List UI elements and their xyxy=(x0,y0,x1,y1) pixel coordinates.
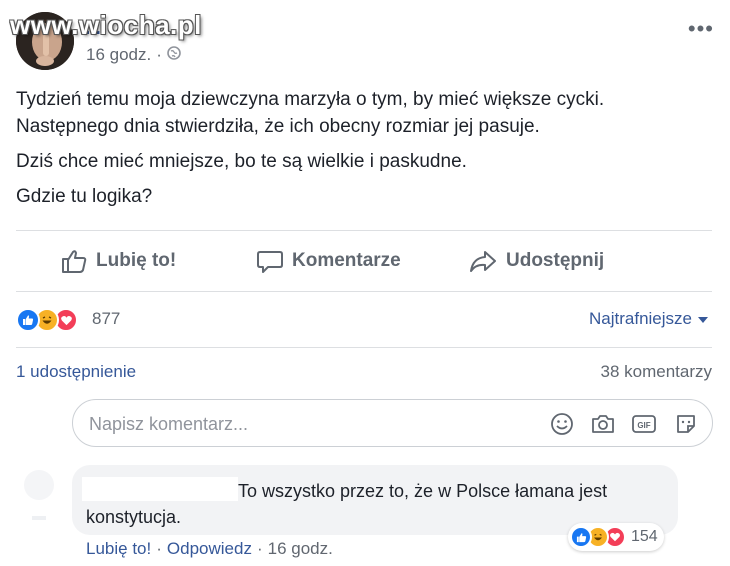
share-arrow-icon xyxy=(468,247,498,275)
reaction-icons[interactable] xyxy=(16,308,78,332)
shares-count-link[interactable]: 1 udostępnienie xyxy=(16,362,136,382)
comment-bubble-icon xyxy=(256,247,284,275)
emoji-icon[interactable] xyxy=(549,411,575,437)
comment-button[interactable]: Komentarze xyxy=(256,232,401,290)
reaction-count[interactable]: 877 xyxy=(92,309,120,329)
comment-timestamp[interactable]: 16 godz. xyxy=(268,539,333,559)
post-header: ... www.wiocha.pl 16 godz. · ••• xyxy=(10,10,716,74)
comment-button-label: Komentarze xyxy=(292,250,401,271)
comment-reactions[interactable]: 154 xyxy=(568,523,664,551)
sort-label: Najtrafniejsze xyxy=(589,309,692,328)
post-body: Tydzień temu moja dziewczyna marzyła o t… xyxy=(16,86,706,218)
comments-count-link[interactable]: 38 komentarzy xyxy=(601,362,713,382)
thumbs-up-icon xyxy=(60,247,88,275)
divider xyxy=(16,347,712,348)
camera-icon[interactable] xyxy=(590,411,616,437)
divider xyxy=(16,291,712,292)
action-bar: Lubię to! Komentarze Udostępnij xyxy=(16,232,712,290)
redacted-commenter-name xyxy=(82,477,238,501)
more-options-icon[interactable]: ••• xyxy=(688,16,714,42)
reactions-row: 877 Najtrafniejsze xyxy=(16,300,712,340)
comment-like-link[interactable]: Lubię to! xyxy=(86,539,151,559)
post-timestamp[interactable]: 16 godz. xyxy=(86,45,151,65)
comment-input[interactable] xyxy=(89,411,509,437)
post-paragraph: Tydzień temu moja dziewczyna marzyła o t… xyxy=(16,89,605,137)
counts-row: 1 udostępnienie 38 komentarzy xyxy=(16,360,712,388)
commenter-avatar[interactable] xyxy=(24,470,54,500)
caret-down-icon xyxy=(698,309,708,329)
divider xyxy=(16,230,712,231)
globe-icon[interactable] xyxy=(167,45,181,65)
post-paragraph: Gdzie tu logika? xyxy=(16,186,153,207)
sort-dropdown[interactable]: Najtrafniejsze xyxy=(589,309,708,329)
comment-composer[interactable]: GIF xyxy=(72,399,713,447)
post-paragraph: Dziś chce mieć mniejsze, bo te są wielki… xyxy=(16,151,467,172)
comment-separator: · xyxy=(256,539,263,558)
svg-text:GIF: GIF xyxy=(637,421,650,430)
like-reaction-icon xyxy=(570,526,592,548)
meta-separator: · xyxy=(156,45,162,64)
comment-actions: Lubię to! · Odpowiedz · 16 godz. xyxy=(86,539,333,559)
commenter-avatar-detail xyxy=(32,516,46,520)
share-button[interactable]: Udostępnij xyxy=(468,232,604,290)
like-reaction-icon xyxy=(16,308,40,332)
gif-icon[interactable]: GIF xyxy=(631,411,657,437)
like-button-label: Lubię to! xyxy=(96,250,177,271)
post-meta: 16 godz. · xyxy=(86,45,181,65)
like-button[interactable]: Lubię to! xyxy=(60,232,176,290)
share-button-label: Udostępnij xyxy=(506,250,605,271)
sticker-icon[interactable] xyxy=(673,411,699,437)
comment-reaction-count: 154 xyxy=(631,528,658,545)
comment-reply-link[interactable]: Odpowiedz xyxy=(167,539,252,559)
comment-separator: · xyxy=(156,539,162,558)
watermark-text: www.wiocha.pl xyxy=(10,10,202,40)
